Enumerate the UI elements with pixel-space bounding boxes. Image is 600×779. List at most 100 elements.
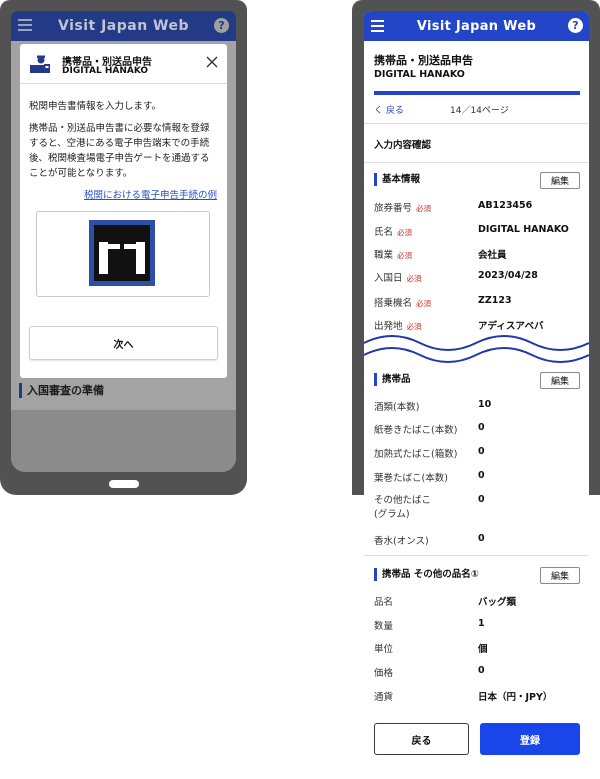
edit-other-items-button[interactable]: 編集	[540, 567, 580, 584]
row-label: 職業 必須	[374, 247, 412, 261]
basic-info-heading: 基本情報	[374, 173, 420, 186]
right-app-header: Visit Japan Web ?	[364, 11, 589, 41]
back-link[interactable]: く 戻る	[374, 103, 404, 116]
body-line: すると、空港にある電子申告端末での手続	[29, 138, 210, 149]
page-indicator: 14／14ページ	[450, 106, 509, 116]
hamburger-menu-icon[interactable]	[371, 20, 384, 35]
label-text: 搭乗機名	[374, 298, 413, 309]
label-text: 氏名	[374, 227, 394, 238]
row-label: 葉巻たばこ(本数)	[374, 473, 448, 484]
label-text: 出発地	[374, 321, 403, 332]
row-value: 10	[478, 399, 492, 410]
row-label: 香水(オンス)	[374, 536, 429, 547]
modal-lead-text: 税関申告書情報を入力します。	[29, 101, 162, 112]
required-badge: 必須	[397, 228, 413, 237]
body-line: 携帯品・別送品申告書に必要な情報を登録	[29, 123, 210, 134]
label-text: 旅券番号	[374, 203, 413, 214]
row-value: 0	[478, 665, 485, 676]
row-label: 搭乗機名 必須	[374, 295, 431, 309]
modal-user-name: DIGITAL HANAKO	[62, 66, 149, 76]
divider	[364, 162, 589, 163]
row-label: 出発地 必須	[374, 318, 422, 332]
row-value: DIGITAL HANAKO	[478, 224, 569, 235]
label-line: (グラム)	[374, 509, 410, 520]
modal-header: 携帯品・別送品申告 DIGITAL HANAKO	[20, 44, 227, 84]
left-app-header: Visit Japan Web ?	[11, 11, 236, 41]
label-line: その他たばこ	[374, 495, 432, 506]
user-name: DIGITAL HANAKO	[374, 69, 465, 80]
row-label: 旅券番号 必須	[374, 200, 431, 214]
back-button[interactable]: 戻る	[374, 723, 469, 755]
body-line: 後、税関検査場電子申告ゲートを通過する	[29, 153, 210, 164]
other-items-heading: 携帯品 その他の品名①	[374, 568, 479, 581]
required-badge: 必須	[406, 274, 422, 283]
row-label: 価格	[374, 668, 394, 679]
modal-body-text: 携帯品・別送品申告書に必要な情報を登録 すると、空港にある電子申告端末での手続 …	[29, 121, 223, 181]
info-row: 職業 必須 会社員	[374, 247, 580, 261]
page-title: 携帯品・別送品申告	[374, 54, 473, 67]
belongings-heading: 携帯品	[374, 373, 411, 386]
row-label: 通貨	[374, 692, 394, 703]
required-badge: 必須	[416, 299, 432, 308]
info-row: 酒類(本数) 10	[374, 399, 580, 413]
row-value: 0	[478, 422, 485, 433]
right-phone-screen: Visit Japan Web ? 携帯品・別送品申告 DIGITAL HANA…	[364, 11, 589, 779]
required-badge: 必須	[416, 204, 432, 213]
row-label: 単位	[374, 644, 394, 655]
customs-officer-icon	[30, 55, 50, 73]
row-value: ZZ123	[478, 295, 512, 306]
help-icon[interactable]: ?	[568, 18, 583, 33]
info-row: 紙巻きたばこ(本数) 0	[374, 422, 580, 436]
body-line: ことが可能となります。	[29, 168, 133, 179]
progress-bar	[374, 91, 580, 95]
gate-illustration-frame	[36, 211, 210, 297]
info-row: 出発地 必須 アディスアベバ	[374, 318, 580, 332]
info-row: 品名 バッグ類	[374, 594, 580, 608]
row-value: バッグ類	[478, 597, 517, 608]
help-icon[interactable]: ?	[214, 18, 229, 33]
info-row: 葉巻たばこ(本数) 0	[374, 470, 580, 484]
row-value: 個	[478, 644, 488, 655]
hamburger-menu-icon[interactable]	[18, 19, 32, 34]
confirm-heading: 入力内容確認	[374, 140, 432, 151]
e-declaration-example-link[interactable]: 税関における電子申告手続の例	[84, 187, 217, 201]
info-row: 入国日 必須 2023/04/28	[374, 270, 580, 284]
row-label: 紙巻きたばこ(本数)	[374, 425, 458, 436]
label-text: 職業	[374, 250, 394, 261]
row-value: 0	[478, 470, 485, 481]
row-label: 氏名 必須	[374, 224, 412, 238]
electronic-gate-icon	[89, 220, 155, 286]
row-label: 入国日 必須	[374, 270, 422, 284]
info-row: 単位 個	[374, 641, 580, 655]
info-row: 搭乗機名 必須 ZZ123	[374, 295, 580, 309]
info-row: 氏名 必須 DIGITAL HANAKO	[374, 224, 580, 238]
row-value: 0	[478, 446, 485, 457]
close-icon[interactable]	[206, 56, 218, 68]
background-panel	[11, 410, 236, 472]
info-row: 加熱式たばこ(箱数) 0	[374, 446, 580, 460]
edit-belongings-button[interactable]: 編集	[540, 372, 580, 389]
app-title: Visit Japan Web	[57, 18, 189, 34]
row-value: 1	[478, 618, 485, 629]
row-value: 会社員	[478, 250, 507, 261]
next-button[interactable]: 次へ	[29, 326, 218, 360]
row-value: アディスアベバ	[478, 321, 544, 332]
row-label: 酒類(本数)	[374, 402, 420, 413]
info-row: 旅券番号 必須 AB123456	[374, 200, 580, 214]
row-value: 日本（円・JPY）	[478, 692, 553, 703]
row-label: 加熱式たばこ(箱数)	[374, 449, 458, 460]
row-label: その他たばこ (グラム)	[374, 494, 431, 522]
row-label: 数量	[374, 621, 394, 632]
info-row: 香水(オンス) 0	[374, 533, 580, 547]
row-value: 0	[478, 533, 485, 544]
row-label: 品名	[374, 597, 394, 608]
app-title: Visit Japan Web	[416, 18, 537, 34]
divider	[364, 123, 589, 124]
edit-basic-info-button[interactable]: 編集	[540, 172, 580, 189]
info-row: 数量 1	[374, 618, 580, 632]
register-button[interactable]: 登録	[480, 723, 580, 755]
home-indicator	[109, 480, 139, 488]
info-row: その他たばこ (グラム) 0	[374, 494, 580, 522]
label-text: 入国日	[374, 273, 403, 284]
required-badge: 必須	[397, 251, 413, 260]
